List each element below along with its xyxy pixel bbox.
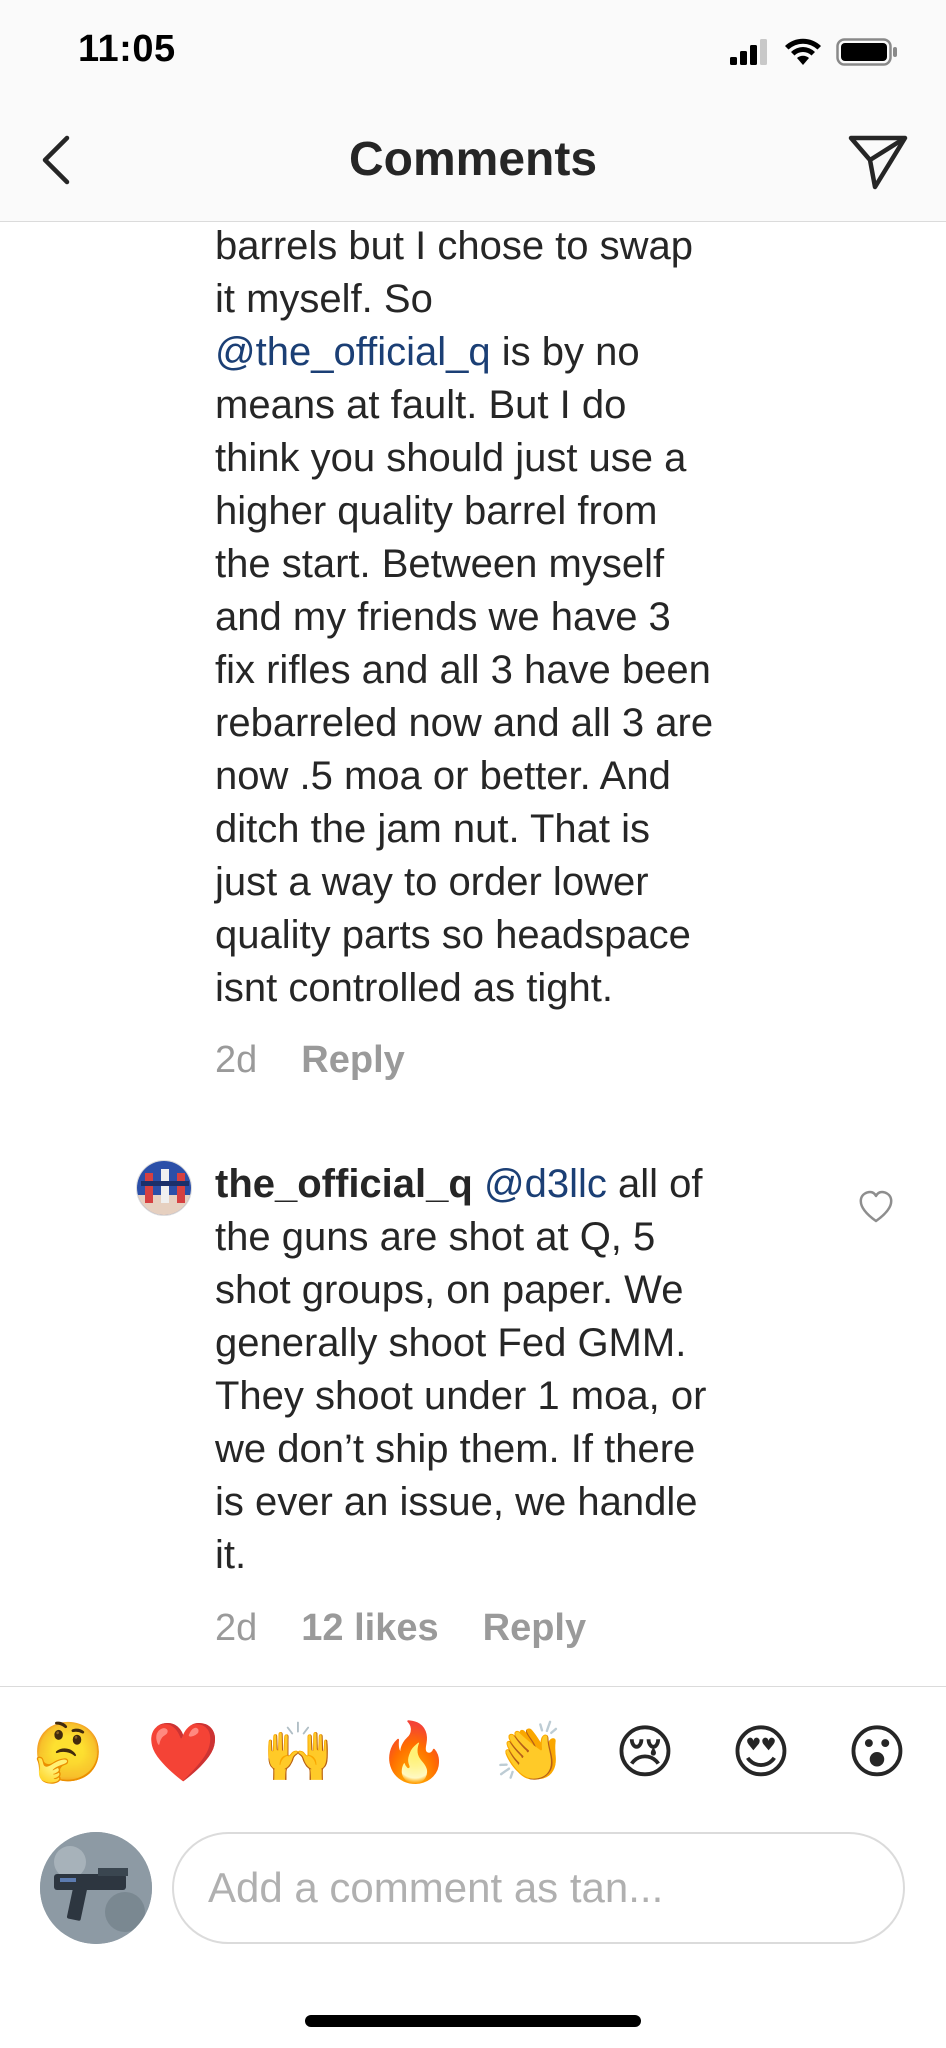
comment-timestamp: 2d xyxy=(215,1039,258,1081)
comment-line: rebarreled now and all 3 are xyxy=(215,701,714,745)
comment-body: barrels but I chose to swap it myself. S… xyxy=(215,223,855,1015)
reply-button[interactable]: Reply xyxy=(483,1607,586,1650)
comment-line: now .5 moa or better. And xyxy=(215,754,671,798)
user-avatar-image xyxy=(40,1832,152,1944)
clapping-hands-emoji-button[interactable]: 👏 xyxy=(494,1717,566,1787)
comment-line: barrels but I chose to swap xyxy=(215,224,694,268)
comment-line: it. xyxy=(215,1533,247,1577)
comment-timestamp: 2d xyxy=(215,1607,258,1649)
mention-link[interactable]: @d3llc xyxy=(484,1162,607,1206)
comment-line: the_official_q @d3llc all of xyxy=(215,1158,855,1211)
comment-line: the start. Between myself xyxy=(215,542,665,586)
comment-meta: 2d Reply xyxy=(215,1039,405,1082)
signal-icon xyxy=(730,39,767,65)
paper-plane-icon xyxy=(848,135,908,190)
comment-input[interactable]: Add a comment as tan... xyxy=(172,1832,905,1944)
battery-icon xyxy=(836,38,897,66)
comment-line: They shoot under 1 moa, or xyxy=(215,1374,707,1418)
like-heart-icon[interactable] xyxy=(858,1190,894,1224)
status-icons xyxy=(730,32,898,72)
comment-line: we don’t ship them. If there xyxy=(215,1427,696,1471)
thinking-emoji-button[interactable]: 🤔 xyxy=(32,1717,104,1787)
comment-line: isnt controlled as tight. xyxy=(215,966,613,1010)
comment-line: quality parts so headspace xyxy=(215,913,691,957)
user-avatar-image xyxy=(137,1161,191,1215)
my-avatar xyxy=(40,1832,152,1944)
comment-line: @the_official_q is by no xyxy=(215,326,855,379)
crying-face-emoji-button[interactable]: 😢 xyxy=(610,1717,680,1787)
emoji-quick-bar: 🤔 ❤️ 🙌 🔥 👏 😢 😍 😮 xyxy=(0,1686,946,1814)
status-time: 11:05 xyxy=(78,28,176,70)
status-bar: 11:05 xyxy=(0,0,946,100)
comment-line: think you should just use a xyxy=(215,436,687,480)
comment-line: is ever an issue, we handle xyxy=(215,1480,698,1524)
comment-line: the guns are shot at Q, 5 xyxy=(215,1215,656,1259)
comments-list[interactable]: barrels but I chose to swap it myself. S… xyxy=(0,223,946,1685)
direct-share-button[interactable] xyxy=(846,132,910,192)
raised-hands-emoji-button[interactable]: 🙌 xyxy=(262,1717,334,1787)
surprised-face-emoji-button[interactable]: 😮 xyxy=(842,1717,912,1787)
mention-link[interactable]: @the_official_q xyxy=(215,330,491,374)
avatar[interactable] xyxy=(136,1160,192,1216)
likes-count-button[interactable]: 12 likes xyxy=(301,1607,438,1650)
heart-eyes-emoji-button[interactable]: 😍 xyxy=(726,1717,796,1787)
comment-composer: Add a comment as tan... xyxy=(0,1814,946,1964)
reply-button[interactable]: Reply xyxy=(301,1039,404,1082)
comment-line: ditch the jam nut. That is xyxy=(215,807,651,851)
comment-line: and my friends we have 3 xyxy=(215,595,671,639)
comment-line: means at fault. But I do xyxy=(215,383,627,427)
fire-emoji-button[interactable]: 🔥 xyxy=(378,1717,450,1787)
comment-line: higher quality barrel from xyxy=(215,489,658,533)
comment-line: just a way to order lower xyxy=(215,860,649,904)
comment-body: the_official_q @d3llc all of the guns ar… xyxy=(215,1158,855,1582)
home-indicator[interactable] xyxy=(305,2015,641,2027)
comment-line: fix rifles and all 3 have been xyxy=(215,648,711,692)
page-title: Comments xyxy=(348,133,598,186)
comment-text-fragment: is by no xyxy=(490,330,640,374)
comment-line: shot groups, on paper. We xyxy=(215,1268,684,1312)
comment-text-fragment: all of xyxy=(606,1162,703,1206)
comment-meta: 2d 12 likes Reply xyxy=(215,1607,586,1650)
comment-line: it myself. So xyxy=(215,277,433,321)
wifi-icon xyxy=(785,38,821,65)
comment-line: generally shoot Fed GMM. xyxy=(215,1321,687,1365)
nav-bar: Comments xyxy=(0,100,946,222)
red-heart-emoji-button[interactable]: ❤️ xyxy=(147,1717,219,1787)
comment-username[interactable]: the_official_q xyxy=(215,1162,473,1206)
